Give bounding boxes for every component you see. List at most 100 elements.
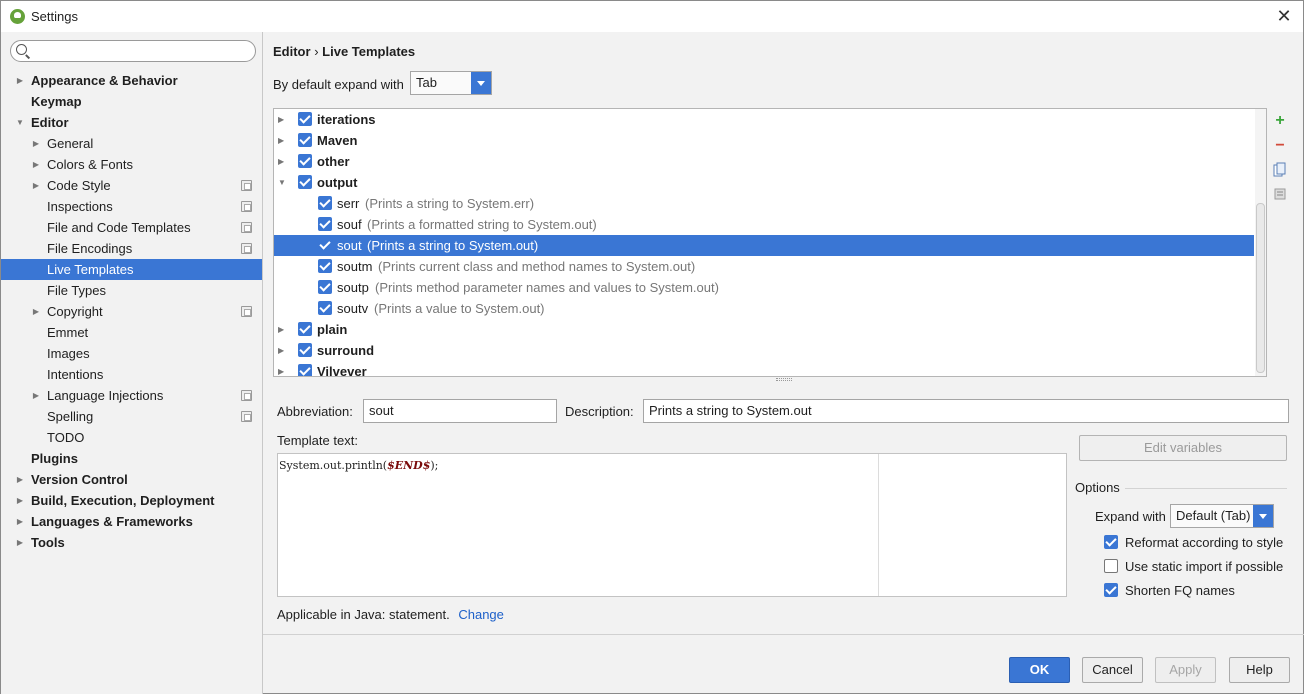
project-scope-icon (241, 243, 252, 254)
remove-icon[interactable]: − (1271, 137, 1289, 155)
chevron-down-icon[interactable]: ▼ (278, 172, 286, 193)
sidebar-item-intentions[interactable]: Intentions (1, 364, 262, 385)
chevron-down-icon[interactable] (1253, 505, 1273, 527)
breadcrumb: Editor › Live Templates (273, 44, 416, 59)
checkbox[interactable] (318, 301, 332, 315)
sidebar-item-editor[interactable]: ▼ Editor (1, 112, 262, 133)
edit-variables-button[interactable]: Edit variables (1079, 435, 1287, 461)
sidebar-item-file-types[interactable]: File Types (1, 280, 262, 301)
chevron-right-icon[interactable]: ▶ (278, 109, 284, 130)
sidebar-item-emmet[interactable]: Emmet (1, 322, 262, 343)
sidebar-item-language-injections[interactable]: ▶ Language Injections (1, 385, 262, 406)
template-group-vilvever[interactable]: ▶ Vilvever (274, 361, 1254, 376)
sidebar-item-code-style[interactable]: ▶ Code Style (1, 175, 262, 196)
chevron-right-icon[interactable]: ▶ (31, 133, 41, 154)
sidebar-item-version-control[interactable]: ▶ Version Control (1, 469, 262, 490)
change-context-link[interactable]: Change (458, 607, 504, 622)
options-divider (1125, 488, 1287, 489)
templates-list[interactable]: ▶ iterations ▶ Maven ▶ other ▼ output serr (P… (273, 108, 1267, 377)
chevron-right-icon[interactable]: ▶ (31, 385, 41, 406)
checkbox[interactable] (298, 343, 312, 357)
chevron-right-icon[interactable]: ▶ (278, 151, 284, 172)
sidebar-item-plugins[interactable]: Plugins (1, 448, 262, 469)
expand-with-option-select[interactable]: Default (Tab) (1170, 504, 1274, 528)
template-text-editor[interactable]: System.out.println($END$); (277, 453, 1067, 597)
cancel-button[interactable]: Cancel (1082, 657, 1143, 683)
checkbox[interactable] (318, 196, 332, 210)
checkbox[interactable] (1104, 559, 1118, 573)
sidebar-item-todo[interactable]: TODO (1, 427, 262, 448)
sidebar-item-copyright[interactable]: ▶ Copyright (1, 301, 262, 322)
description-field[interactable]: Prints a string to System.out (643, 399, 1289, 423)
chevron-right-icon[interactable]: ▶ (15, 469, 25, 490)
settings-window: Settings ✕ ▶ Appearance & Behavior Keymap… (0, 0, 1304, 694)
chevron-right-icon[interactable]: ▶ (15, 532, 25, 553)
sidebar-item-images[interactable]: Images (1, 343, 262, 364)
close-icon[interactable]: ✕ (1273, 5, 1295, 27)
sidebar-item-file-code-templates[interactable]: File and Code Templates (1, 217, 262, 238)
chevron-right-icon[interactable]: ▶ (15, 490, 25, 511)
template-group-other[interactable]: ▶ other (274, 151, 1254, 172)
sidebar-item-general[interactable]: ▶ General (1, 133, 262, 154)
chevron-right-icon[interactable]: ▶ (31, 154, 41, 175)
checkbox[interactable] (298, 364, 312, 376)
checkbox[interactable] (298, 322, 312, 336)
checkbox[interactable] (318, 238, 332, 252)
chevron-right-icon[interactable]: ▶ (31, 175, 41, 196)
add-icon[interactable]: + (1271, 112, 1289, 130)
restore-icon[interactable] (1271, 187, 1289, 205)
sidebar-item-spelling[interactable]: Spelling (1, 406, 262, 427)
sidebar-item-inspections[interactable]: Inspections (1, 196, 262, 217)
expand-with-select[interactable]: Tab (410, 71, 492, 95)
template-group-surround[interactable]: ▶ surround (274, 340, 1254, 361)
sidebar-item-file-encodings[interactable]: File Encodings (1, 238, 262, 259)
checkbox[interactable] (298, 133, 312, 147)
checkbox[interactable] (318, 217, 332, 231)
template-item-soutm[interactable]: soutm (Prints current class and method na… (274, 256, 1254, 277)
checkbox[interactable] (1104, 535, 1118, 549)
chevron-right-icon[interactable]: ▶ (278, 130, 284, 151)
template-group-maven[interactable]: ▶ Maven (274, 130, 1254, 151)
chevron-down-icon[interactable]: ▼ (15, 112, 25, 133)
footer-divider (263, 634, 1304, 635)
template-item-serr[interactable]: serr (Prints a string to System.err) (274, 193, 1254, 214)
sidebar-item-live-templates[interactable]: Live Templates (1, 259, 262, 280)
list-scrollbar[interactable] (1255, 109, 1266, 376)
chevron-right-icon[interactable]: ▶ (278, 340, 284, 361)
chevron-right-icon[interactable]: ▶ (278, 319, 284, 340)
template-group-iterations[interactable]: ▶ iterations (274, 109, 1254, 130)
chevron-right-icon[interactable]: ▶ (15, 511, 25, 532)
template-item-soutv[interactable]: soutv (Prints a value to System.out) (274, 298, 1254, 319)
ok-button[interactable]: OK (1009, 657, 1070, 683)
checkbox[interactable] (298, 175, 312, 189)
sidebar-item-languages-frameworks[interactable]: ▶ Languages & Frameworks (1, 511, 262, 532)
abbreviation-field[interactable]: sout (363, 399, 557, 423)
chevron-right-icon[interactable]: ▶ (31, 301, 41, 322)
sidebar-item-tools[interactable]: ▶ Tools (1, 532, 262, 553)
project-scope-icon (241, 222, 252, 233)
scrollbar-thumb[interactable] (1256, 203, 1265, 373)
checkbox[interactable] (318, 259, 332, 273)
sidebar-item-appearance-behavior[interactable]: ▶ Appearance & Behavior (1, 70, 262, 91)
search-input[interactable] (10, 40, 256, 62)
chevron-right-icon[interactable]: ▶ (278, 361, 284, 376)
checkbox[interactable] (318, 280, 332, 294)
splitter-handle[interactable] (776, 378, 792, 381)
template-item-soutp[interactable]: soutp (Prints method parameter names and … (274, 277, 1254, 298)
template-group-output[interactable]: ▼ output (274, 172, 1254, 193)
sidebar-item-keymap[interactable]: Keymap (1, 91, 262, 112)
apply-button[interactable]: Apply (1155, 657, 1216, 683)
sidebar-item-colors-fonts[interactable]: ▶ Colors & Fonts (1, 154, 262, 175)
chevron-right-icon[interactable]: ▶ (15, 70, 25, 91)
template-group-plain[interactable]: ▶ plain (274, 319, 1254, 340)
checkbox[interactable] (1104, 583, 1118, 597)
sidebar-item-build-execution[interactable]: ▶ Build, Execution, Deployment (1, 490, 262, 511)
template-item-sout[interactable]: sout (Prints a string to System.out) (274, 235, 1254, 256)
checkbox[interactable] (298, 154, 312, 168)
chevron-down-icon[interactable] (471, 72, 491, 94)
template-item-souf[interactable]: souf (Prints a formatted string to System… (274, 214, 1254, 235)
help-button[interactable]: Help (1229, 657, 1290, 683)
copy-icon[interactable] (1271, 162, 1289, 180)
checkbox[interactable] (298, 112, 312, 126)
settings-sidebar: ▶ Appearance & Behavior Keymap ▼ Editor ▶ G… (1, 32, 263, 694)
